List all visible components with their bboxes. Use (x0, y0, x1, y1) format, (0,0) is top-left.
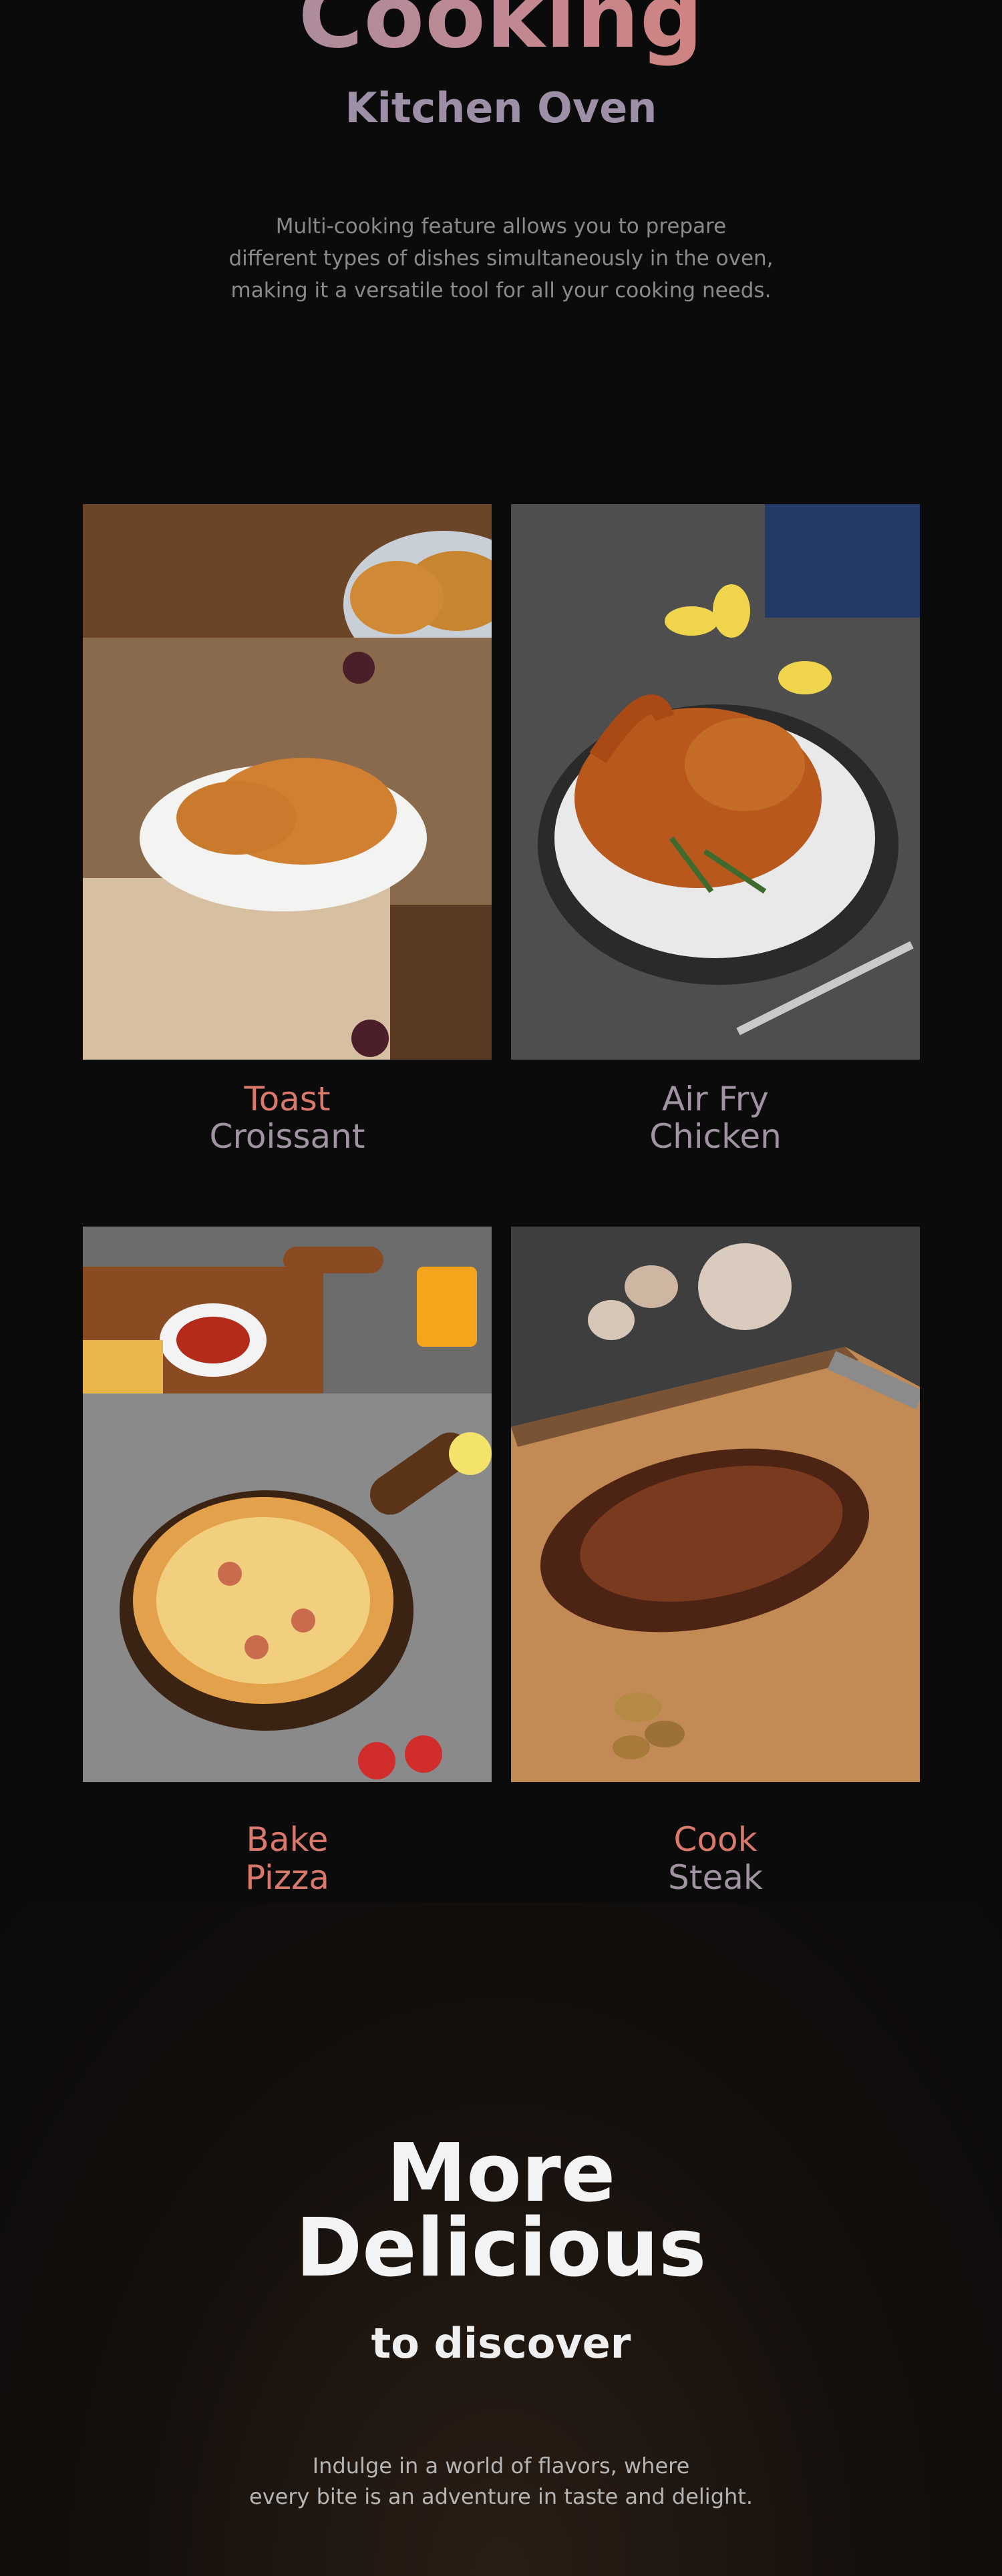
pizza-photo (83, 1227, 492, 1782)
more-title: More Delicious (295, 2127, 707, 2295)
more-subtitle: to discover (371, 2319, 631, 2368)
dish-label-line1: Air Fry (662, 1080, 769, 1118)
dish-label-line2: Croissant (209, 1117, 365, 1156)
page-title: Cooking (0, 0, 1002, 67)
dish-label-line1: Toast (244, 1080, 331, 1118)
croissant-photo (83, 504, 492, 1060)
dish-label-line2: Steak (668, 1858, 763, 1897)
intro-description: Multi-cooking feature allows you to prep… (228, 214, 774, 302)
dish-label-line2: Chicken (649, 1117, 782, 1156)
page-subtitle: Kitchen Oven (345, 83, 657, 132)
steak-photo (511, 1227, 920, 1782)
dish-label-line2: Pizza (244, 1858, 330, 1897)
dish-label-line1: Bake (246, 1820, 329, 1859)
roast-chicken-photo (511, 504, 920, 1060)
more-description: Indulge in a world of flavors, where eve… (249, 2453, 753, 2509)
dish-label-line1: Cook (673, 1820, 758, 1859)
